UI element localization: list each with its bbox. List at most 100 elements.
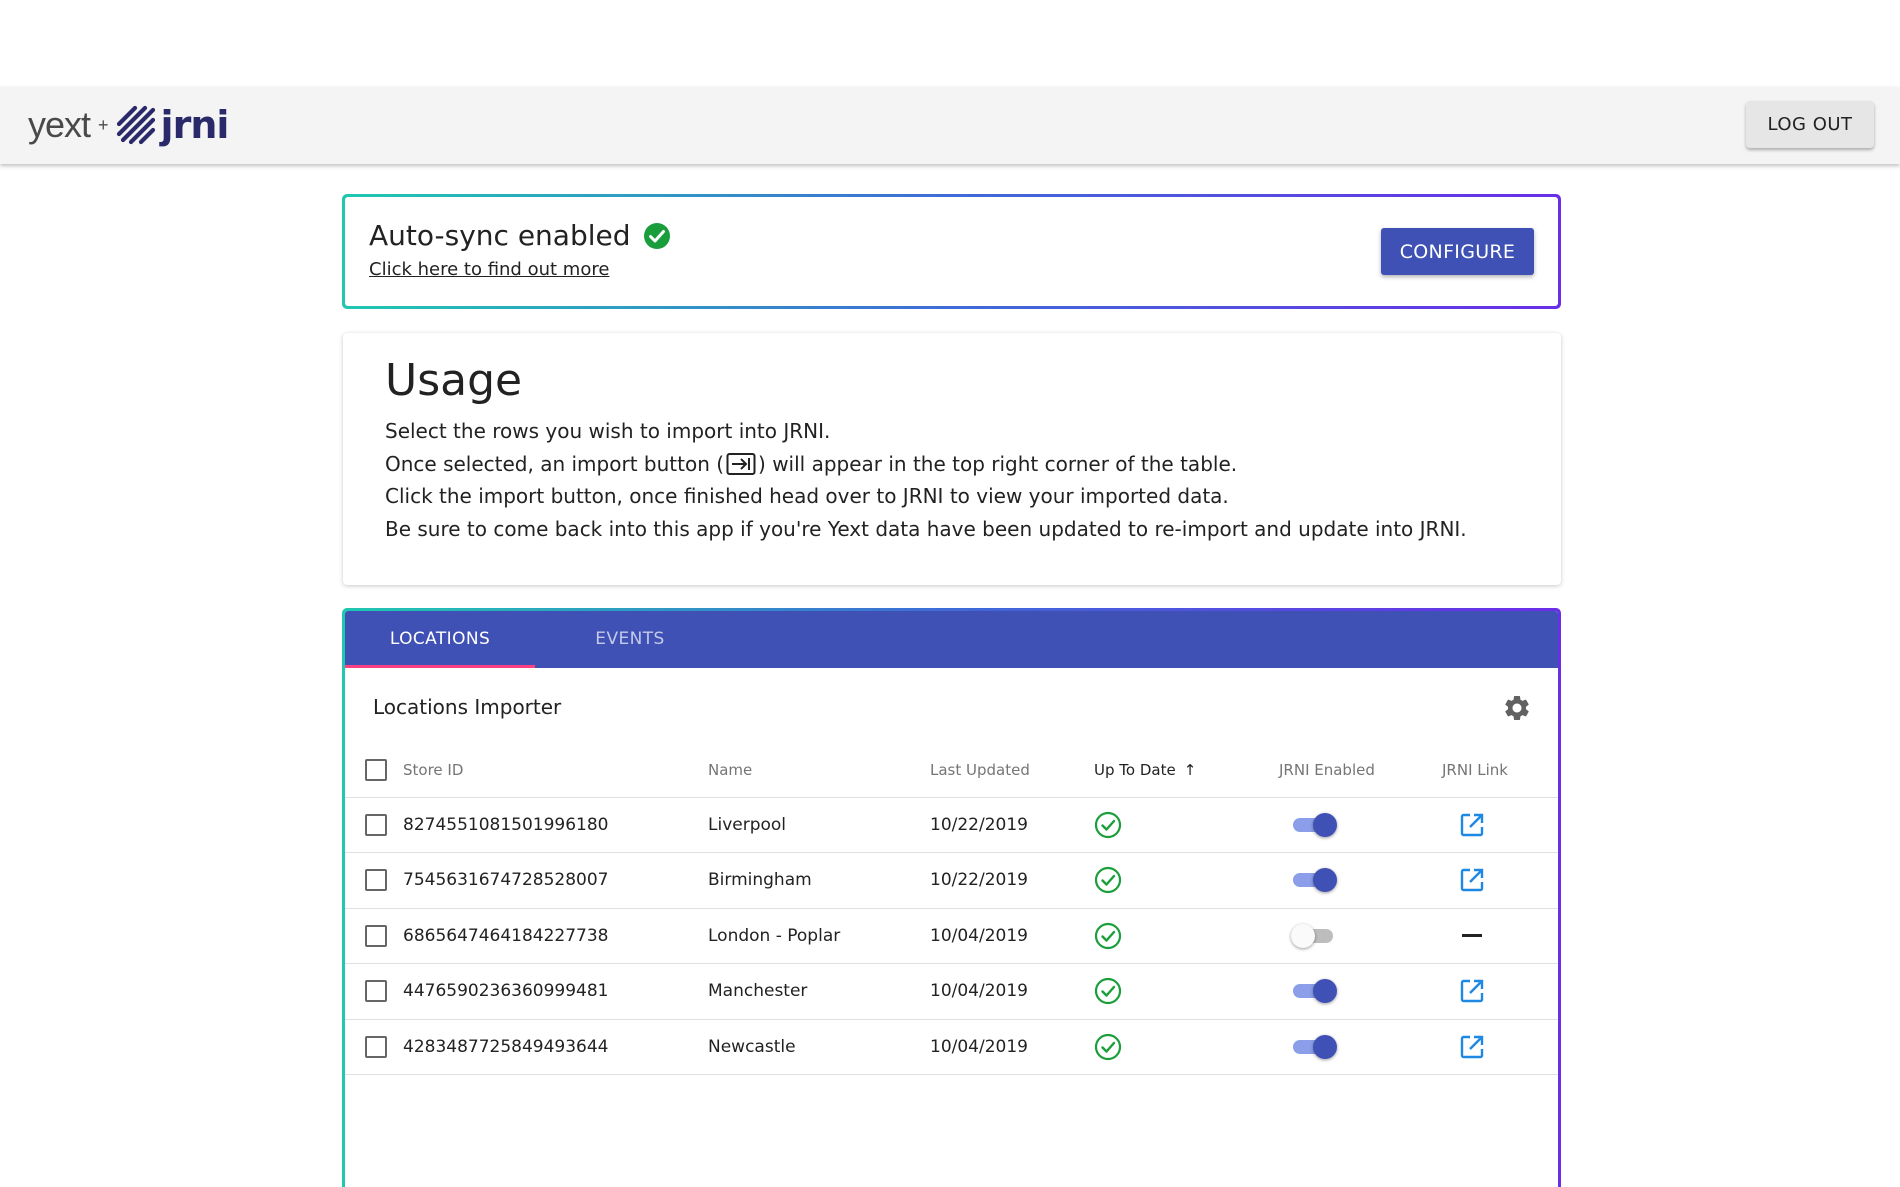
jrni-enabled-toggle[interactable] bbox=[1291, 923, 1337, 948]
store-id-cell: 8274551081501996180 bbox=[403, 797, 708, 853]
logout-button[interactable]: LOG OUT bbox=[1746, 101, 1874, 148]
up-to-date-check-icon bbox=[1094, 867, 1122, 894]
table-row[interactable]: 8274551081501996180 Liverpool 10/22/2019 bbox=[345, 797, 1558, 853]
name-cell: Manchester bbox=[708, 963, 930, 1020]
up-to-date-check-icon bbox=[1094, 978, 1122, 1005]
last-updated-cell: 10/22/2019 bbox=[930, 797, 1094, 853]
active-tab-indicator bbox=[345, 665, 535, 668]
up-to-date-cell bbox=[1094, 1019, 1279, 1075]
importer-card: LOCATIONS EVENTS Locations Importer Stor… bbox=[342, 608, 1561, 1187]
up-to-date-check-icon bbox=[1094, 1033, 1122, 1060]
jrni-enabled-cell bbox=[1279, 908, 1442, 964]
import-icon bbox=[726, 452, 756, 475]
name-cell: London - Poplar bbox=[708, 908, 930, 964]
jrni-link-cell bbox=[1442, 963, 1558, 1020]
sort-arrow-icon: ↑ bbox=[1183, 760, 1197, 779]
last-updated-cell: 10/04/2019 bbox=[930, 963, 1094, 1020]
store-id-cell: 7545631674728528007 bbox=[403, 852, 708, 909]
app-header: yext + jrni LOG OUT bbox=[0, 87, 1900, 164]
logo-plus: + bbox=[98, 114, 109, 135]
row-select-cell bbox=[345, 852, 403, 909]
jrni-enabled-cell bbox=[1279, 852, 1442, 909]
row-select-cell bbox=[345, 908, 403, 964]
external-link-icon[interactable] bbox=[1458, 811, 1486, 839]
usage-card: Usage Select the rows you wish to import… bbox=[343, 333, 1561, 585]
usage-line-3: Click the import button, once finished h… bbox=[385, 484, 1229, 508]
select-all-cell bbox=[345, 743, 403, 798]
usage-title: Usage bbox=[385, 355, 523, 406]
jrni-enabled-cell bbox=[1279, 1019, 1442, 1075]
column-jrni-link[interactable]: JRNI Link bbox=[1442, 743, 1558, 798]
jrni-enabled-cell bbox=[1279, 963, 1442, 1020]
usage-line-4: Be sure to come back into this app if yo… bbox=[385, 516, 1467, 541]
row-select-cell bbox=[345, 797, 403, 853]
tab-bar: LOCATIONS EVENTS bbox=[345, 611, 1558, 668]
table-row[interactable]: 7545631674728528007 Birmingham 10/22/2019 bbox=[345, 852, 1558, 909]
select-all-checkbox[interactable] bbox=[365, 758, 387, 781]
external-link-icon[interactable] bbox=[1458, 977, 1486, 1005]
tab-locations[interactable]: LOCATIONS bbox=[345, 611, 535, 668]
jrni-enabled-toggle[interactable] bbox=[1291, 979, 1337, 1004]
toggle-knob bbox=[1313, 979, 1337, 1004]
usage-line-2: Once selected, an import button ( ) will… bbox=[385, 448, 1467, 481]
usage-line-2-start: Once selected, an import button ( bbox=[385, 451, 725, 476]
jrni-link-cell bbox=[1442, 852, 1558, 909]
jrni-enabled-toggle[interactable] bbox=[1291, 812, 1337, 837]
jrni-link-cell bbox=[1442, 908, 1558, 964]
jrni-link-cell bbox=[1442, 1019, 1558, 1075]
toggle-knob bbox=[1291, 923, 1315, 948]
yext-jrni-logo: yext + jrni bbox=[28, 103, 230, 147]
table-row[interactable]: 4476590236360999481 Manchester 10/04/2019 bbox=[345, 963, 1558, 1020]
row-checkbox[interactable] bbox=[365, 869, 387, 892]
auto-sync-heading: Auto-sync enabled bbox=[369, 219, 671, 252]
jrni-logo-text: jrni bbox=[160, 103, 230, 147]
row-select-cell bbox=[345, 963, 403, 1020]
column-store-id[interactable]: Store ID bbox=[403, 743, 708, 798]
configure-button[interactable]: CONFIGURE bbox=[1381, 228, 1534, 275]
auto-sync-title: Auto-sync enabled bbox=[369, 219, 631, 252]
jrni-enabled-cell bbox=[1279, 797, 1442, 853]
importer-title: Locations Importer bbox=[373, 695, 562, 719]
column-jrni-enabled[interactable]: JRNI Enabled bbox=[1279, 743, 1442, 798]
name-cell: Birmingham bbox=[708, 852, 930, 909]
name-cell: Newcastle bbox=[708, 1019, 930, 1075]
jrni-enabled-toggle[interactable] bbox=[1291, 1034, 1337, 1059]
jrni-enabled-toggle[interactable] bbox=[1291, 868, 1337, 893]
row-checkbox[interactable] bbox=[365, 980, 387, 1003]
last-updated-cell: 10/04/2019 bbox=[930, 1019, 1094, 1075]
column-last-updated[interactable]: Last Updated bbox=[930, 743, 1094, 798]
jrni-logo-mark-icon bbox=[116, 105, 155, 145]
up-to-date-cell bbox=[1094, 852, 1279, 909]
row-checkbox[interactable] bbox=[365, 813, 387, 836]
no-link-dash bbox=[1462, 934, 1482, 938]
external-link-icon[interactable] bbox=[1458, 1033, 1486, 1061]
row-checkbox[interactable] bbox=[365, 1035, 387, 1058]
row-select-cell bbox=[345, 1019, 403, 1075]
last-updated-cell: 10/22/2019 bbox=[930, 852, 1094, 909]
up-to-date-check-icon bbox=[1094, 922, 1122, 949]
toggle-knob bbox=[1313, 812, 1337, 837]
auto-sync-card: Auto-sync enabled Click here to find out… bbox=[342, 194, 1561, 309]
up-to-date-cell bbox=[1094, 908, 1279, 964]
table-row[interactable]: 6865647464184227738 London - Poplar 10/04/… bbox=[345, 908, 1558, 964]
up-to-date-cell bbox=[1094, 797, 1279, 853]
external-link-icon[interactable] bbox=[1458, 866, 1486, 894]
up-to-date-cell bbox=[1094, 963, 1279, 1020]
toggle-knob bbox=[1313, 868, 1337, 893]
row-checkbox[interactable] bbox=[365, 924, 387, 947]
column-up-to-date[interactable]: Up To Date ↑ bbox=[1094, 743, 1279, 798]
find-out-more-link[interactable]: Click here to find out more bbox=[369, 259, 609, 280]
check-circle-icon bbox=[643, 222, 670, 249]
last-updated-cell: 10/04/2019 bbox=[930, 908, 1094, 964]
store-id-cell: 4283487725849493644 bbox=[403, 1019, 708, 1075]
up-to-date-check-icon bbox=[1094, 811, 1122, 838]
column-name[interactable]: Name bbox=[708, 743, 930, 798]
gear-icon[interactable] bbox=[1502, 693, 1532, 723]
usage-instructions: Select the rows you wish to import into … bbox=[385, 415, 1467, 545]
tab-events[interactable]: EVENTS bbox=[535, 611, 725, 668]
table-row[interactable]: 4283487725849493644 Newcastle 10/04/2019 bbox=[345, 1019, 1558, 1075]
jrni-link-cell bbox=[1442, 797, 1558, 853]
toggle-knob bbox=[1313, 1034, 1337, 1059]
yext-logo-text: yext bbox=[28, 104, 91, 145]
locations-table: Store ID Name Last Updated Up To Date ↑ J… bbox=[345, 743, 1558, 1075]
